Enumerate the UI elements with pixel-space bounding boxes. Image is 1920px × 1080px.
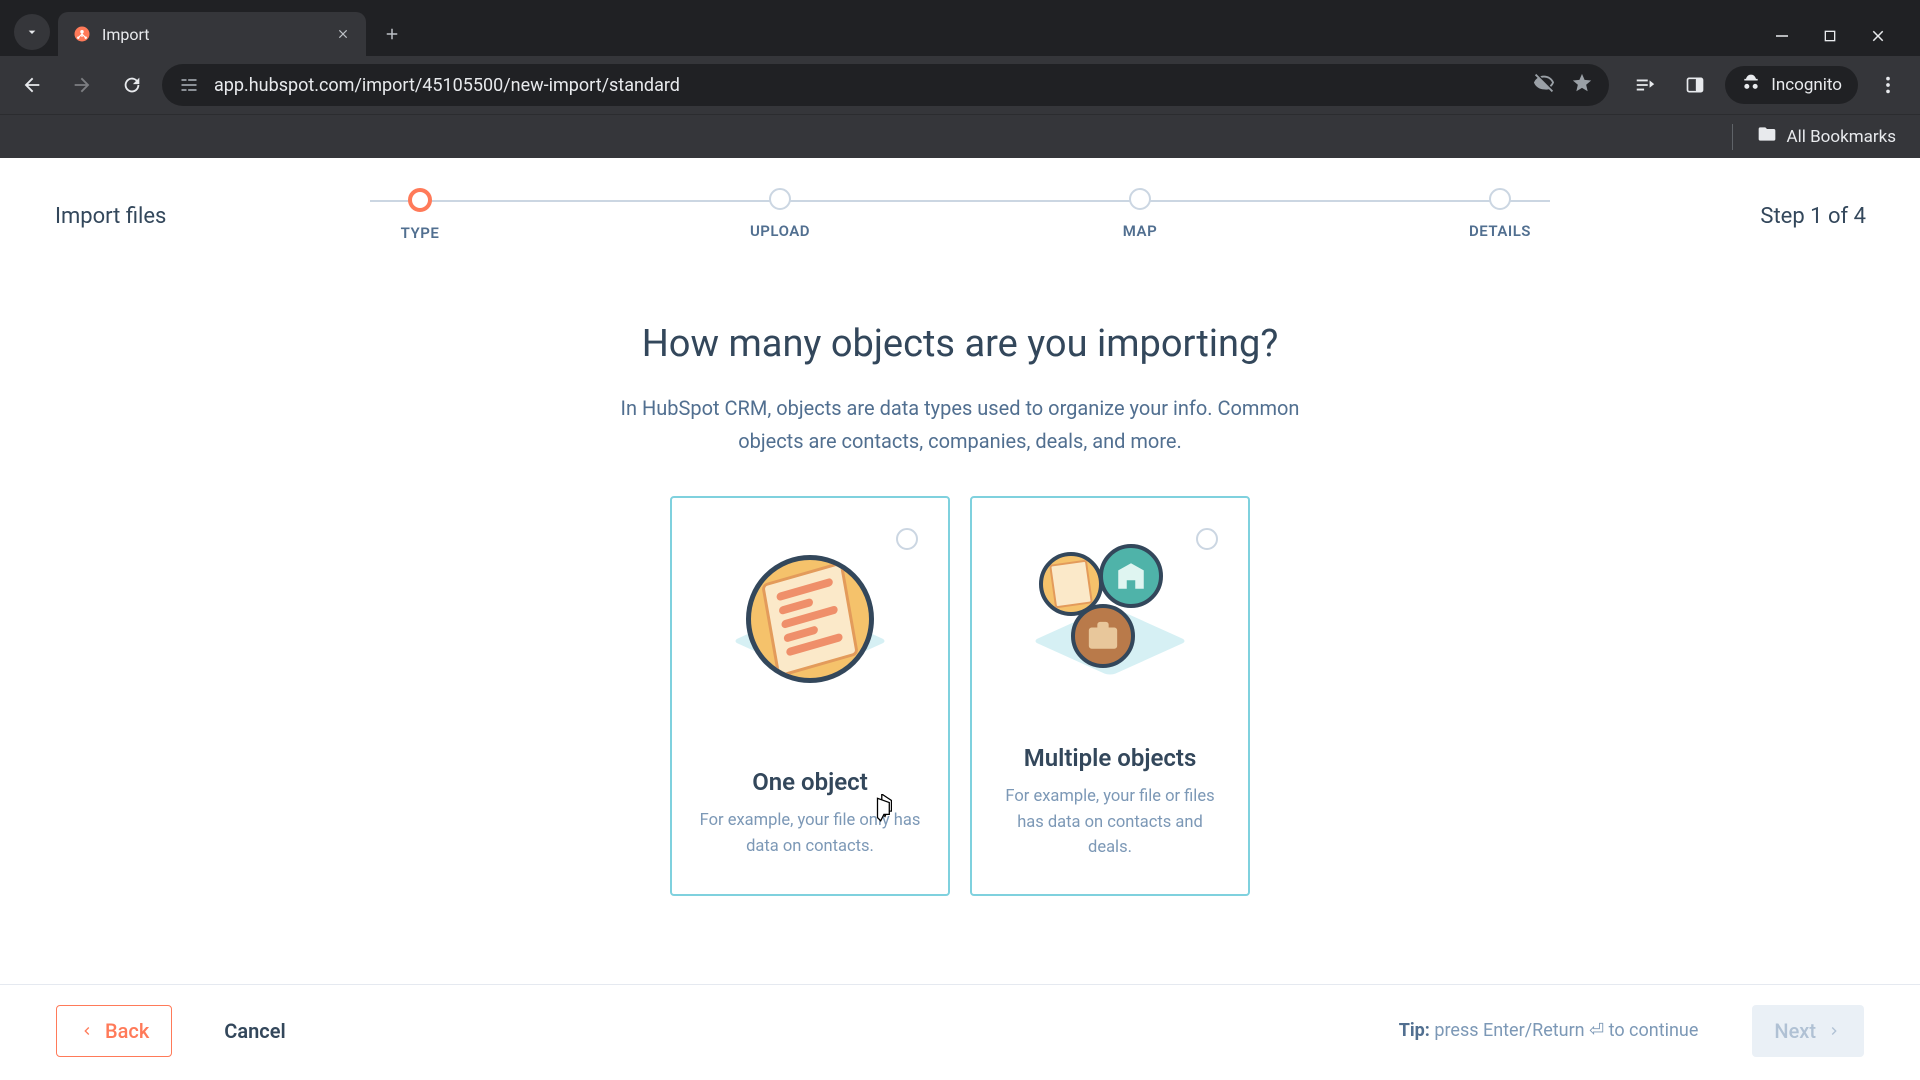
tab-strip: Import bbox=[0, 0, 1920, 56]
address-bar[interactable]: app.hubspot.com/import/45105500/new-impo… bbox=[162, 64, 1609, 106]
kebab-menu-button[interactable] bbox=[1868, 65, 1908, 105]
next-button[interactable]: Next bbox=[1752, 1005, 1864, 1057]
bookmarks-bar: All Bookmarks bbox=[0, 114, 1920, 158]
site-settings-icon[interactable] bbox=[178, 74, 200, 96]
folder-icon bbox=[1757, 124, 1777, 149]
step-upload[interactable]: UPLOAD bbox=[720, 188, 840, 258]
step-indicator-icon bbox=[1129, 188, 1151, 210]
wizard-section-title: Import files bbox=[55, 204, 166, 229]
minimize-button[interactable] bbox=[1772, 26, 1792, 46]
deal-mini-icon bbox=[1071, 604, 1135, 668]
card-one-object[interactable]: One object For example, your file only h… bbox=[670, 496, 950, 896]
page-heading: How many objects are you importing? bbox=[642, 322, 1279, 366]
tip-rest: press Enter/Return ⏎ to continue bbox=[1430, 1020, 1698, 1041]
reload-button[interactable] bbox=[112, 65, 152, 105]
cancel-button[interactable]: Cancel bbox=[202, 1005, 307, 1057]
back-label: Back bbox=[105, 1019, 149, 1043]
bookmark-star-icon[interactable] bbox=[1571, 72, 1593, 99]
wizard-step-counter: Step 1 of 4 bbox=[1760, 204, 1866, 229]
step-map[interactable]: MAP bbox=[1080, 188, 1200, 258]
close-tab-button[interactable] bbox=[334, 25, 352, 43]
step-details[interactable]: DETAILS bbox=[1440, 188, 1560, 258]
wizard-action-bar: Back Cancel Tip: press Enter/Return ⏎ to… bbox=[0, 984, 1920, 1076]
step-label: TYPE bbox=[401, 224, 440, 242]
card-description: For example, your file only has data on … bbox=[690, 808, 930, 859]
contact-disc-icon bbox=[746, 555, 874, 683]
new-tab-button[interactable] bbox=[376, 18, 408, 50]
side-panel-icon[interactable] bbox=[1675, 65, 1715, 105]
tab-search-button[interactable] bbox=[14, 14, 50, 50]
wizard-header: Import files Step 1 of 4 TYPE UPLOAD MAP… bbox=[0, 158, 1920, 268]
window-controls bbox=[1772, 26, 1910, 56]
step-type[interactable]: TYPE bbox=[360, 188, 480, 258]
step-indicator-icon bbox=[408, 188, 432, 212]
one-object-illustration bbox=[730, 534, 890, 704]
browser-toolbar: app.hubspot.com/import/45105500/new-impo… bbox=[0, 56, 1920, 114]
browser-tab[interactable]: Import bbox=[58, 12, 366, 56]
tab-title: Import bbox=[102, 25, 324, 44]
incognito-indicator[interactable]: Incognito bbox=[1725, 66, 1858, 104]
company-mini-icon bbox=[1099, 544, 1163, 608]
option-cards: One object For example, your file only h… bbox=[670, 496, 1250, 896]
progress-line bbox=[370, 200, 1550, 202]
media-control-icon[interactable] bbox=[1625, 65, 1665, 105]
eye-off-icon[interactable] bbox=[1533, 72, 1555, 99]
step-indicator-icon bbox=[769, 188, 791, 210]
browser-chrome: Import app.hubspot.com/import/45105500/n… bbox=[0, 0, 1920, 158]
page-content: Import files Step 1 of 4 TYPE UPLOAD MAP… bbox=[0, 158, 1920, 1076]
multiple-objects-illustration bbox=[1030, 534, 1190, 704]
page-subheading: In HubSpot CRM, objects are data types u… bbox=[600, 392, 1320, 458]
maximize-button[interactable] bbox=[1820, 26, 1840, 46]
radio-indicator[interactable] bbox=[896, 528, 918, 550]
card-description: For example, your file or files has data… bbox=[990, 784, 1230, 861]
chevron-right-icon bbox=[1826, 1023, 1842, 1039]
main-content: How many objects are you importing? In H… bbox=[0, 268, 1920, 896]
cancel-label: Cancel bbox=[224, 1019, 285, 1043]
hubspot-favicon-icon bbox=[72, 24, 92, 44]
close-window-button[interactable] bbox=[1868, 26, 1888, 46]
divider bbox=[1732, 124, 1733, 150]
step-indicator-icon bbox=[1489, 188, 1511, 210]
next-label: Next bbox=[1774, 1019, 1816, 1043]
all-bookmarks-link[interactable]: All Bookmarks bbox=[1787, 127, 1896, 147]
forward-button[interactable] bbox=[62, 65, 102, 105]
back-button[interactable]: Back bbox=[56, 1005, 172, 1057]
back-button[interactable] bbox=[12, 65, 52, 105]
incognito-label: Incognito bbox=[1771, 75, 1842, 95]
tip-bold: Tip: bbox=[1399, 1020, 1430, 1041]
chevron-left-icon bbox=[79, 1023, 95, 1039]
step-label: UPLOAD bbox=[750, 222, 810, 240]
wizard-progress: TYPE UPLOAD MAP DETAILS bbox=[360, 188, 1560, 258]
url-text: app.hubspot.com/import/45105500/new-impo… bbox=[214, 75, 1519, 96]
card-title: Multiple objects bbox=[1024, 744, 1197, 772]
step-label: DETAILS bbox=[1469, 222, 1531, 240]
step-label: MAP bbox=[1123, 222, 1157, 240]
tip-text: Tip: press Enter/Return ⏎ to continue bbox=[1399, 1020, 1699, 1041]
card-title: One object bbox=[752, 768, 868, 796]
card-multiple-objects[interactable]: Multiple objects For example, your file … bbox=[970, 496, 1250, 896]
incognito-icon bbox=[1741, 73, 1761, 98]
radio-indicator[interactable] bbox=[1196, 528, 1218, 550]
